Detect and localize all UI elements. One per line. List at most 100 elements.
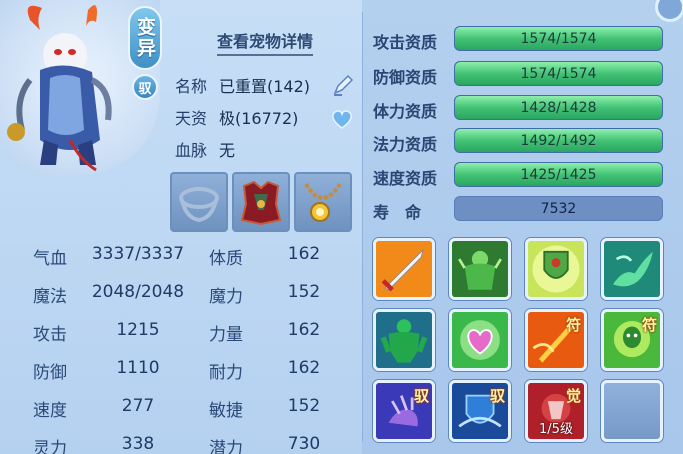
talent-row: 天资 极(16772) bbox=[175, 108, 298, 130]
stat-row: 防御 1110 耐力 162 bbox=[0, 350, 362, 388]
stat-label: 魔力 bbox=[209, 287, 243, 307]
aptitude-bar: 1492/1492 bbox=[454, 128, 663, 153]
pet-name-row: 名称 已重置(142) bbox=[175, 76, 310, 98]
stat-value: 277 bbox=[121, 396, 155, 416]
edit-pencil-icon[interactable] bbox=[330, 72, 356, 98]
stat-label: 攻击 bbox=[33, 325, 67, 345]
stat-value: 3337/3337 bbox=[91, 244, 185, 264]
stat-label: 潜力 bbox=[209, 439, 243, 454]
skill-tag: 符 bbox=[641, 316, 657, 334]
aptitude-row: 法力资质 1492/1492 bbox=[373, 128, 665, 156]
tame-badge[interactable]: 驭 bbox=[132, 74, 158, 100]
wind-beast-skill-icon bbox=[604, 241, 660, 297]
stat-row: 攻击 1215 力量 162 bbox=[0, 312, 362, 350]
skill-slot[interactable] bbox=[525, 238, 587, 300]
stat-label: 力量 bbox=[209, 325, 243, 345]
equipment-slot-armor[interactable] bbox=[232, 172, 290, 232]
armor-icon bbox=[240, 180, 282, 226]
skill-slot[interactable] bbox=[449, 238, 511, 300]
panel-divider bbox=[362, 12, 363, 442]
demon-guard-skill-icon bbox=[452, 241, 508, 297]
skill-slot[interactable] bbox=[373, 238, 435, 300]
aptitude-value: 1574/1574 bbox=[520, 31, 597, 47]
lifespan-label: 寿 命 bbox=[373, 203, 422, 222]
skill-slot[interactable]: 驭 bbox=[449, 380, 511, 442]
stat-value: 338 bbox=[121, 434, 155, 454]
variant-badge-text: 变异 bbox=[134, 17, 156, 59]
stat-label: 灵力 bbox=[33, 439, 67, 454]
aptitude-row: 体力资质 1428/1428 bbox=[373, 95, 665, 123]
skill-tag: 觉 bbox=[565, 387, 581, 405]
stat-label: 速度 bbox=[33, 401, 67, 421]
stat-label: 防御 bbox=[33, 363, 67, 383]
aptitude-label: 速度资质 bbox=[373, 169, 438, 188]
skill-tag: 驭 bbox=[489, 387, 505, 405]
aptitude-label: 法力资质 bbox=[373, 135, 438, 154]
aptitude-bar: 1428/1428 bbox=[454, 95, 663, 120]
stat-row: 灵力 338 潜力 730 bbox=[0, 426, 362, 454]
aptitude-value: 1574/1574 bbox=[520, 66, 597, 82]
aptitude-bar: 1425/1425 bbox=[454, 162, 663, 187]
aptitude-label: 攻击资质 bbox=[373, 33, 438, 52]
empty-skill-slot[interactable] bbox=[601, 380, 663, 442]
aptitude-label: 防御资质 bbox=[373, 68, 438, 87]
skill-slot[interactable] bbox=[373, 309, 435, 371]
talent-label: 天资 bbox=[175, 109, 208, 128]
stat-value: 152 bbox=[287, 396, 321, 416]
stat-row: 魔法 2048/2048 魔力 152 bbox=[0, 274, 362, 312]
aptitude-label: 体力资质 bbox=[373, 102, 438, 121]
skill-slot[interactable] bbox=[601, 238, 663, 300]
aptitude-bar: 1574/1574 bbox=[454, 26, 663, 51]
shield-skill-icon bbox=[528, 241, 584, 297]
stat-label: 魔法 bbox=[33, 287, 67, 307]
stat-row: 气血 3337/3337 体质 162 bbox=[0, 236, 362, 274]
stat-label: 敏捷 bbox=[209, 401, 243, 421]
talent-value: 极(16772) bbox=[219, 109, 299, 128]
lifespan-row: 寿 命 7532 bbox=[373, 196, 665, 224]
skill-slot[interactable]: 符 bbox=[525, 309, 587, 371]
aptitude-value: 1425/1425 bbox=[520, 167, 597, 183]
equipment-slot-collar[interactable] bbox=[170, 172, 228, 232]
sword-skill-icon bbox=[376, 241, 432, 297]
lifespan-value: 7532 bbox=[540, 201, 577, 217]
stat-value: 162 bbox=[287, 320, 321, 340]
equipment-slot-amulet[interactable] bbox=[294, 172, 352, 232]
skill-slot[interactable]: 驭 bbox=[373, 380, 435, 442]
aptitude-row: 防御资质 1574/1574 bbox=[373, 61, 665, 89]
aptitude-value: 1492/1492 bbox=[520, 133, 597, 149]
bloodline-label: 血脉 bbox=[175, 141, 208, 160]
amulet-icon bbox=[304, 182, 342, 222]
stat-row: 速度 277 敏捷 152 bbox=[0, 388, 362, 426]
aptitude-value: 1428/1428 bbox=[520, 100, 597, 116]
skill-slot[interactable]: 觉 1/5级 bbox=[525, 380, 587, 442]
skill-tag: 驭 bbox=[413, 387, 429, 405]
stat-value: 2048/2048 bbox=[91, 282, 185, 302]
stat-value: 730 bbox=[287, 434, 321, 454]
heart-icon[interactable] bbox=[330, 108, 354, 130]
awaken-level: 1/5级 bbox=[539, 422, 573, 437]
stat-value: 162 bbox=[287, 358, 321, 378]
heart-skill-icon bbox=[452, 312, 508, 368]
skill-slot[interactable] bbox=[449, 309, 511, 371]
aptitude-row: 速度资质 1425/1425 bbox=[373, 162, 665, 190]
name-value: 已重置(142) bbox=[219, 77, 311, 96]
stat-label: 气血 bbox=[33, 249, 67, 269]
collar-icon bbox=[179, 187, 219, 223]
stat-label: 体质 bbox=[209, 249, 243, 269]
name-label: 名称 bbox=[175, 77, 208, 96]
skill-slot[interactable]: 符 bbox=[601, 309, 663, 371]
bloodline-value: 无 bbox=[219, 141, 236, 160]
view-pet-details-link[interactable]: 查看宠物详情 bbox=[217, 28, 314, 56]
aptitude-bar: 1574/1574 bbox=[454, 61, 663, 86]
stat-label: 耐力 bbox=[209, 363, 243, 383]
bloodline-row: 血脉无 bbox=[175, 140, 235, 162]
variant-badge: 变异 bbox=[128, 6, 162, 70]
skill-tag: 符 bbox=[565, 316, 581, 334]
lifespan-bar: 7532 bbox=[454, 196, 663, 221]
stat-value: 1110 bbox=[116, 358, 160, 378]
strength-skill-icon bbox=[376, 312, 432, 368]
stat-value: 1215 bbox=[116, 320, 160, 340]
stat-value: 152 bbox=[287, 282, 321, 302]
aptitude-row: 攻击资质 1574/1574 bbox=[373, 26, 665, 54]
stat-value: 162 bbox=[287, 244, 321, 264]
